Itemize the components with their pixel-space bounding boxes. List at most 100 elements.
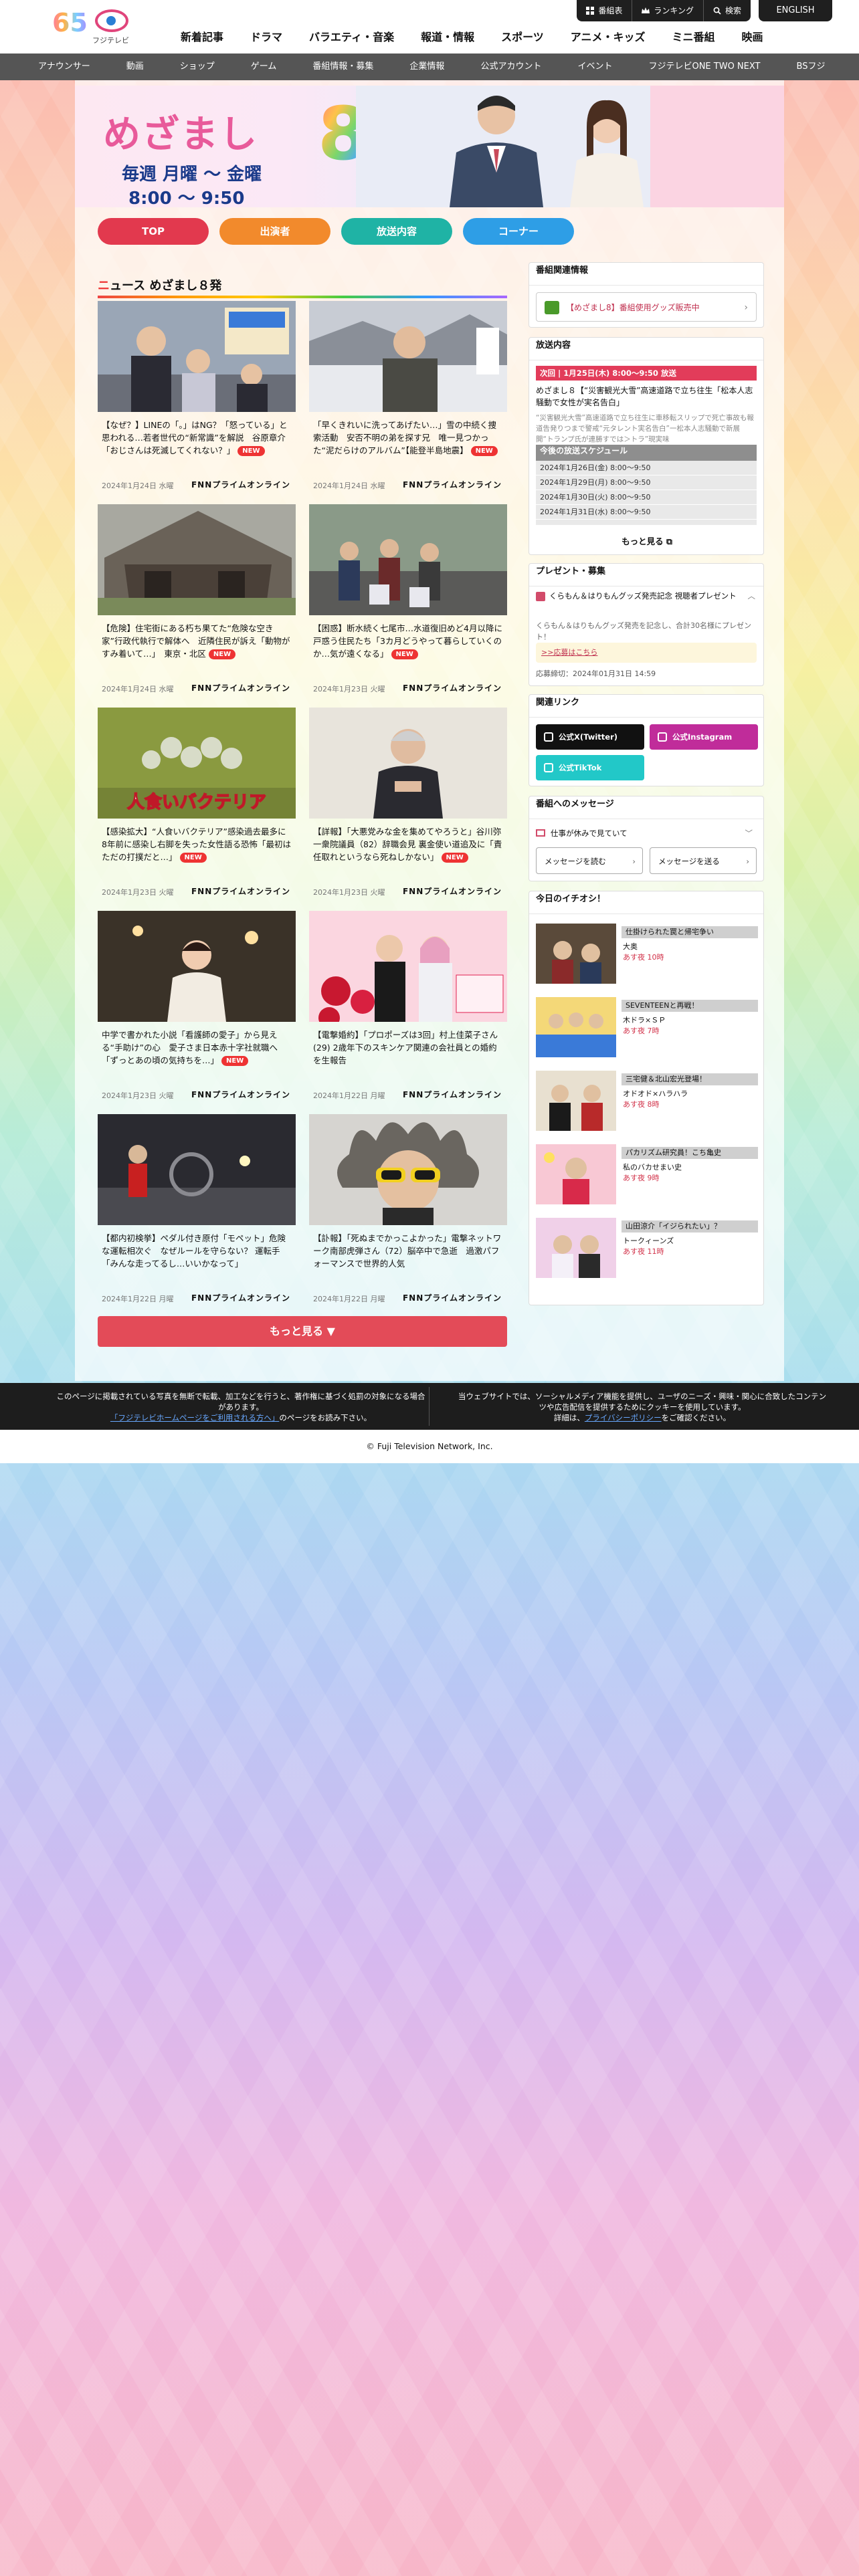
program-onair-button[interactable]: 放送内容: [341, 218, 452, 245]
news-card[interactable]: 【詳報】「大悪党みな金を集めてやろうと」谷川弥一衆院議員（82）辞職会見 裏金使…: [309, 708, 507, 905]
schedule-row: 2024年1月29日(月) 8:00〜9:50: [536, 475, 757, 490]
news-date: 2024年1月24日 水曜: [313, 481, 385, 490]
news-date: 2024年1月23日 火曜: [102, 888, 174, 897]
news-heading: ニュース めざまし８発: [98, 274, 507, 298]
subnav-game[interactable]: ゲーム: [233, 53, 295, 80]
nav-anime-kids[interactable]: アニメ・キッズ: [557, 28, 659, 47]
nav-drama[interactable]: ドラマ: [237, 28, 296, 47]
news-card[interactable]: 人食いバクテリア 【感染拡大】“人食いバクテリア”感染過去最多に 8年前に感染し…: [98, 708, 296, 905]
x-twitter-button[interactable]: 公式X(Twitter): [536, 724, 644, 750]
present-item[interactable]: くらもん＆はりもんグッズ発売記念 視聴者プレゼント ︿: [536, 591, 757, 602]
todays-picks-box: 今日のイチオシ！ 仕掛けられた罠と帰宅争い 大奥 あす夜 10時 SEVENTE…: [529, 891, 764, 1305]
tv-schedule-link[interactable]: 番組表: [577, 0, 633, 21]
subnav-announcers[interactable]: アナウンサー: [20, 53, 108, 80]
nav-news-info[interactable]: 報道・情報: [407, 28, 488, 47]
subnav-corporate[interactable]: 企業情報: [391, 53, 462, 80]
english-button[interactable]: ENGLISH: [759, 0, 832, 21]
news-thumbnail: [98, 911, 296, 1022]
schedule-row: 2024年1月30日(火) 8:00〜9:50: [536, 490, 757, 505]
subnav-official-accounts[interactable]: 公式アカウント: [462, 53, 559, 80]
tiktok-button[interactable]: 公式TikTok: [536, 755, 644, 780]
onair-more-link[interactable]: もっと見る ⧉: [529, 534, 765, 547]
news-card[interactable]: 【都内初検挙】ペダル付き原付「モペット」危険な運転相次ぐ なぜルールを守らない？…: [98, 1114, 296, 1312]
news-caption: 【詳報】「大悪党みな金を集めてやろうと」谷川弥一衆院議員（82）辞職会見 裏金使…: [313, 827, 502, 863]
pick-thumbnail: [536, 1218, 616, 1278]
next-broadcast-title[interactable]: めざまし８【“災害観光大雪”高速道路で立ち往生「松本人志騒動で女性が実名告白」: [536, 385, 757, 409]
search-link[interactable]: 検索: [704, 0, 751, 21]
news-caption: 中学で書かれた小説「看護師の愛子」から見える“手助け”の心 愛子さま日本赤十字社…: [102, 1030, 278, 1066]
news-date: 2024年1月24日 水曜: [102, 481, 174, 490]
news-source: FNNプライムオンライン: [402, 1293, 502, 1303]
program-corner-button[interactable]: コーナー: [463, 218, 574, 245]
subnav-shop[interactable]: ショップ: [162, 53, 233, 80]
cart-icon: [545, 301, 559, 314]
subnav-events[interactable]: イベント: [559, 53, 630, 80]
pick-item[interactable]: パカリズム研究員！こち亀史 私のバカせまい史 あす夜 9時: [536, 1144, 759, 1211]
instagram-button[interactable]: 公式Instagram: [650, 724, 758, 750]
new-badge: NEW: [391, 649, 418, 659]
program-banner: めざまし 8 毎週 月曜 〜 金曜 8:00 〜 9:50: [75, 86, 784, 207]
site-footer: このページに掲載されている写真を無断で転載、加工などを行うと、著作権に基づく処罰…: [0, 1383, 859, 1430]
pick-item[interactable]: 三宅健＆北山宏光登場！ オドオド×ハラハラ あす夜 8時: [536, 1071, 759, 1138]
chevron-right-icon: ›: [746, 857, 749, 866]
nav-movies[interactable]: 映画: [728, 28, 776, 47]
pick-item[interactable]: 山田涼介「イジられたい」？ トークィーンズ あす夜 11時: [536, 1218, 759, 1285]
news-source: FNNプライムオンライン: [191, 887, 290, 896]
pick-thumbnail: [536, 997, 616, 1057]
present-apply-link[interactable]: >>応募はこちら: [536, 643, 757, 663]
pick-title: 三宅健＆北山宏光登場！: [622, 1073, 758, 1085]
news-caption: 「早くきれいに洗ってあげたい…」雪の中続く捜索活動 安否不明の弟を探す兄 唯一見…: [313, 420, 498, 456]
privacy-policy-link[interactable]: プライバシーポリシー: [585, 1413, 662, 1422]
crown-icon: [642, 7, 650, 13]
ranking-label: ランキング: [654, 6, 694, 15]
new-badge: NEW: [221, 1056, 249, 1066]
fujitv-65-logo[interactable]: 65 フジテレビ: [50, 5, 135, 47]
read-messages-button[interactable]: メッセージを読む ›: [536, 847, 643, 874]
news-card[interactable]: 【困惑】断水続く七尾市…水道復旧めど4月以降に戸惑う住民たち「3カ月どうやって暮…: [309, 504, 507, 702]
news-card[interactable]: 【なぜ？】LINEの「。」はNG？「怒っている」と思われる…若者世代の“新常識”…: [98, 301, 296, 499]
news-card[interactable]: 「早くきれいに洗ってあげたい…」雪の中続く捜索活動 安否不明の弟を探す兄 唯一見…: [309, 301, 507, 499]
pick-program: 木ドラ×ＳＰ: [623, 1016, 666, 1025]
subnav-program-info[interactable]: 番組情報・募集: [294, 53, 391, 80]
nav-sports[interactable]: スポーツ: [488, 28, 557, 47]
program-top-button[interactable]: TOP: [98, 218, 209, 245]
news-card[interactable]: 【訃報】「死ぬまでかっこよかった」電撃ネットワーク南部虎弾さん（72）脳卒中で急…: [309, 1114, 507, 1312]
nav-mini-programs[interactable]: ミニ番組: [658, 28, 728, 47]
pick-item[interactable]: SEVENTEENと再戦！ 木ドラ×ＳＰ あす夜 7時: [536, 997, 759, 1064]
news-source: FNNプライムオンライン: [191, 1293, 290, 1303]
new-badge: NEW: [179, 853, 207, 863]
send-message-button[interactable]: メッセージを送る ›: [650, 847, 757, 874]
subnav-video[interactable]: 動画: [108, 53, 162, 80]
news-caption: 【都内初検挙】ペダル付き原付「モペット」危険な運転相次ぐ なぜルールを守らない？…: [102, 1233, 286, 1269]
goods-sale-link[interactable]: 【めざまし8】番組使用グッズ販売中 ›: [536, 292, 757, 322]
news-thumbnail: [309, 301, 507, 412]
news-more-button[interactable]: もっと見る ▼: [98, 1316, 507, 1347]
footer-copyright-notice: このページに掲載されている写真を無断で転載、加工などを行うと、著作権に基づく処罰…: [56, 1392, 425, 1422]
subnav-one-two-next[interactable]: フジテレビONE TWO NEXT: [630, 53, 778, 80]
subnav-bs-fuji[interactable]: BSフジ: [779, 53, 844, 80]
pick-title: 仕掛けられた罠と帰宅争い: [622, 926, 758, 938]
search-icon: [713, 7, 721, 15]
present-item-label: くらもん＆はりもんグッズ発売記念 視聴者プレゼント: [549, 591, 737, 601]
program-cast-button[interactable]: 出演者: [219, 218, 330, 245]
goods-sale-label: 【めざまし8】番組使用グッズ販売中: [566, 303, 700, 312]
message-preview[interactable]: 仕事が休みで見ていて ﹀: [536, 825, 757, 842]
footer-terms-link[interactable]: 「フジテレビホームページをご利用される方へ」: [110, 1413, 279, 1422]
nav-variety-music[interactable]: バラエティ・音楽: [296, 28, 407, 47]
grid-icon: [586, 7, 595, 15]
news-thumbnail: [98, 504, 296, 615]
nav-new-articles[interactable]: 新着記事: [167, 28, 237, 47]
news-date: 2024年1月23日 火曜: [313, 888, 385, 897]
chevron-right-icon: ›: [744, 302, 748, 313]
news-card[interactable]: 【危険】住宅街にある朽ち果てた“危険な空き家”行政代執行で解体へ 近隣住民が訴え…: [98, 504, 296, 702]
pick-title: 山田涼介「イジられたい」？: [622, 1220, 758, 1232]
pick-time: あす夜 10時: [623, 953, 664, 962]
banner-time: 8:00 〜 9:50: [128, 189, 245, 207]
news-card[interactable]: 【電撃婚約】「プロポーズは3回」村上佳菜子さん(29) 2歳年下のスキンケア関連…: [309, 911, 507, 1109]
new-badge: NEW: [470, 446, 498, 456]
ranking-link[interactable]: ランキング: [632, 0, 704, 21]
news-date: 2024年1月22日 月曜: [313, 1295, 385, 1303]
onair-box: 放送内容 次回 | 1月25日(木) 8:00〜9:50 放送 めざまし８【“災…: [529, 337, 764, 555]
news-card[interactable]: 中学で書かれた小説「看護師の愛子」から見える“手助け”の心 愛子さま日本赤十字社…: [98, 911, 296, 1109]
pick-item[interactable]: 仕掛けられた罠と帰宅争い 大奥 あす夜 10時: [536, 924, 759, 990]
